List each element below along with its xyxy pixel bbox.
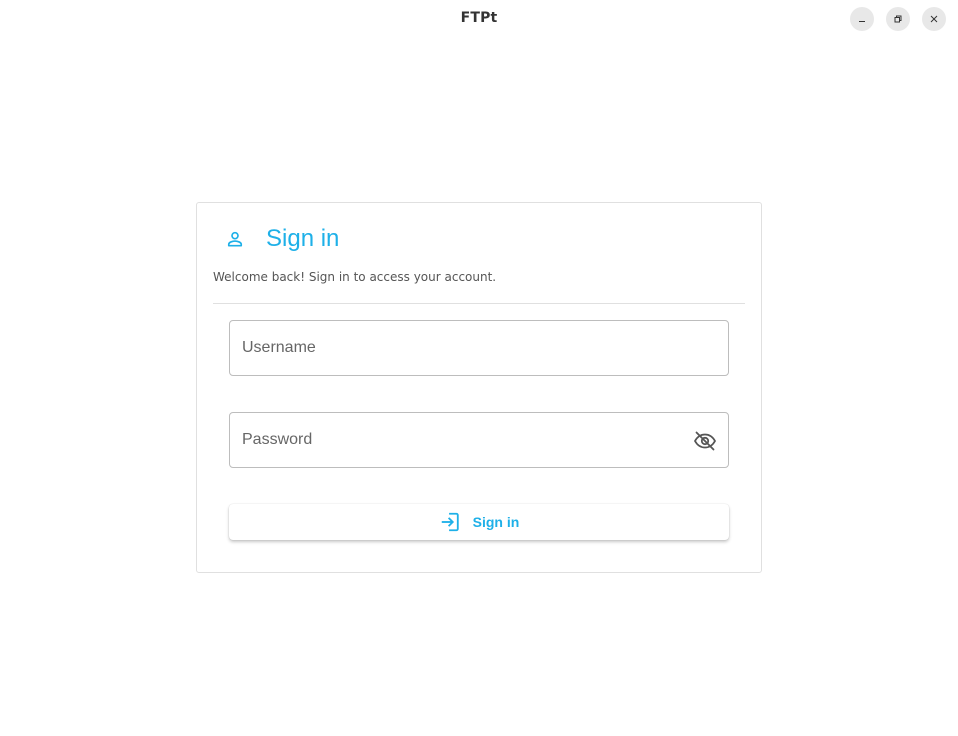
password-input[interactable]: [230, 413, 728, 467]
minimize-icon: [859, 21, 865, 22]
app-title: FTPt: [460, 10, 498, 26]
card-header: Sign in: [223, 223, 339, 255]
page-title: Sign in: [266, 225, 340, 252]
welcome-subtitle: Welcome back! Sign in to access your acc…: [213, 270, 497, 284]
password-field[interactable]: [229, 412, 729, 468]
username-field[interactable]: [229, 320, 729, 376]
signin-button-label: Sign in: [472, 514, 520, 530]
title-bar: FTPt: [0, 0, 958, 38]
signin-card: Sign in Welcome back! Sign in to access …: [196, 202, 762, 573]
divider: [213, 303, 745, 304]
minimize-button[interactable]: [850, 7, 874, 31]
close-icon: [930, 15, 938, 23]
login-icon: [439, 511, 461, 533]
maximize-button[interactable]: [886, 7, 910, 31]
username-input[interactable]: [230, 321, 728, 375]
eye-off-icon[interactable]: [693, 429, 717, 453]
signin-button[interactable]: Sign in: [229, 504, 729, 540]
restore-icon: [894, 15, 902, 23]
close-button[interactable]: [922, 7, 946, 31]
person-icon: [223, 227, 247, 251]
